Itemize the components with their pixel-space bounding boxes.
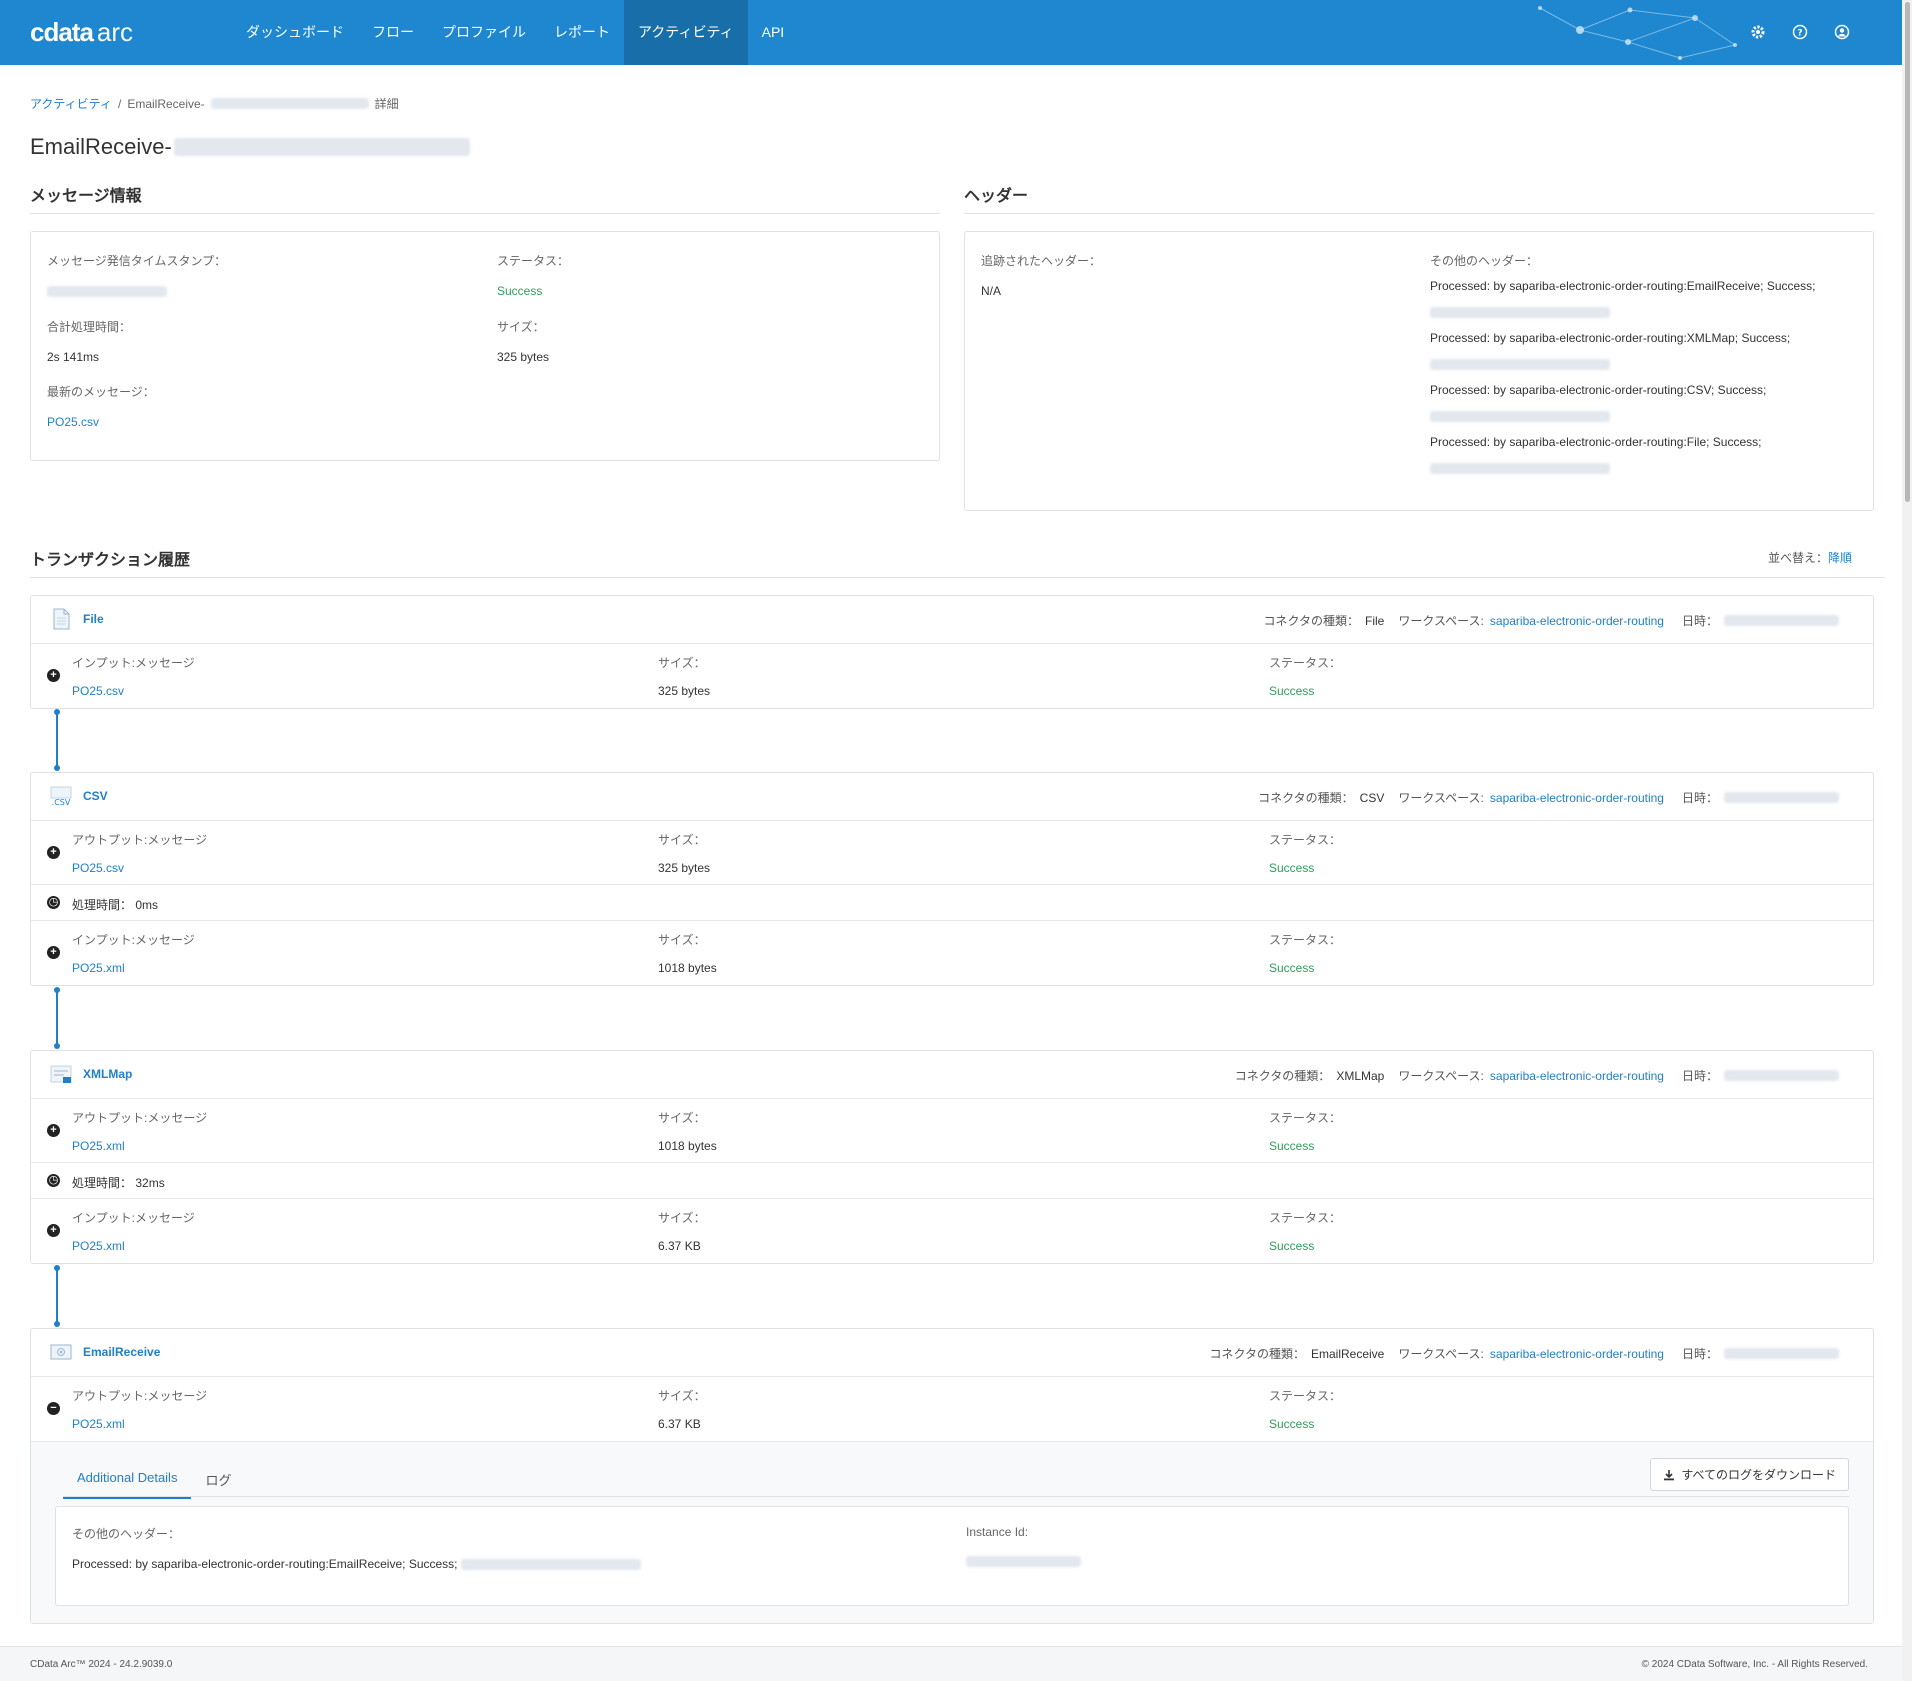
input-message-icon: + — [47, 946, 60, 959]
user-icon[interactable] — [1832, 22, 1852, 42]
sort-control: 並べ替え：降順 — [1767, 551, 1852, 565]
transaction-file: File コネクタの種類： File ワークスペース: sapariba-electr… — [30, 595, 1874, 709]
message-info-title: メッセージ情報 — [30, 188, 142, 205]
processing-time-row: ◷ 処理時間： 32ms — [31, 1163, 1873, 1199]
message-row: + インプット:メッセージ PO25.csv サイズ： 325 bytes ステータ… — [31, 644, 1873, 708]
collapse-message-icon[interactable]: − — [47, 1402, 60, 1415]
redacted-instance-id — [966, 1556, 1081, 1568]
nav-flow[interactable]: フロー — [358, 0, 428, 65]
breadcrumb-suffix: 詳細 — [374, 97, 399, 111]
redacted-timestamp — [47, 286, 167, 298]
breadcrumb-activity-link[interactable]: アクティビティ — [30, 95, 112, 112]
input-message-icon: + — [47, 669, 60, 682]
message-file-link[interactable]: PO25.csv — [72, 861, 124, 875]
message-file-link[interactable]: PO25.xml — [72, 961, 125, 975]
transaction-email-receive: EmailReceive コネクタの種類： EmailReceive ワークスペース… — [30, 1328, 1874, 1624]
page-title: EmailReceive- — [30, 134, 470, 160]
tab-log[interactable]: ログ — [191, 1462, 245, 1499]
output-message-icon: + — [47, 846, 60, 859]
input-message-icon: + — [47, 1224, 60, 1237]
message-status: Success — [497, 284, 543, 298]
total-processing-time: 2s 141ms — [47, 350, 100, 364]
message-size: 325 bytes — [497, 350, 550, 364]
nav-report[interactable]: レポート — [540, 0, 624, 65]
header-entry: Processed: by sapariba-electronic-order-… — [1430, 273, 1860, 325]
processing-time-row: ◷ 処理時間： 0ms — [31, 885, 1873, 921]
footer-version: CData Arc™ 2024 - 24.2.9039.0 — [30, 1659, 173, 1670]
csv-icon: .CSV — [50, 786, 72, 807]
message-file-link[interactable]: PO25.xml — [72, 1139, 125, 1153]
headers-title: ヘッダー — [964, 188, 1029, 205]
workspace-link[interactable]: sapariba-electronic-order-routing — [1490, 1069, 1664, 1083]
breadcrumb-current: EmailReceive- — [127, 96, 205, 111]
sort-order-link[interactable]: 降順 — [1828, 551, 1852, 565]
transaction-name-link[interactable]: File — [83, 612, 104, 626]
workspace-link[interactable]: sapariba-electronic-order-routing — [1490, 614, 1664, 628]
headers-card: 追跡されたヘッダー： N/A その他のヘッダー： Processed: by sa… — [964, 231, 1874, 511]
message-file-link[interactable]: PO25.xml — [72, 1239, 125, 1253]
message-details-panel: Additional Details ログ すべてのログをダウンロード その他の… — [31, 1441, 1873, 1623]
xmlmap-icon — [50, 1065, 72, 1083]
svg-text:.CSV: .CSV — [52, 798, 71, 807]
main-nav: ダッシュボード フロー プロファイル レポート アクティビティ API — [232, 0, 798, 65]
help-icon[interactable]: ? — [1790, 22, 1810, 42]
header-entry: Processed: by sapariba-electronic-order-… — [1430, 325, 1860, 377]
flow-connector — [54, 1265, 60, 1327]
clock-icon: ◷ — [47, 1174, 60, 1187]
footer-copyright: © 2024 CData Software, Inc. - All Rights… — [1641, 1659, 1868, 1670]
workspace-link[interactable]: sapariba-electronic-order-routing — [1490, 1347, 1664, 1361]
transaction-history-title: トランザクション履歴 — [30, 552, 191, 569]
transaction-csv: .CSV CSV コネクタの種類： CSV ワークスペース: sapariba-ele… — [30, 772, 1874, 986]
scrollbar-thumb[interactable] — [1905, 2, 1910, 502]
header-entry: Processed: by sapariba-electronic-order-… — [1430, 429, 1860, 481]
latest-message-link[interactable]: PO25.csv — [47, 415, 99, 429]
tab-additional-details[interactable]: Additional Details — [63, 1462, 192, 1499]
top-bar: cdata arc ダッシュボード フロー プロファイル レポート アクティビティ… — [0, 0, 1902, 65]
download-all-logs-button[interactable]: すべてのログをダウンロード — [1650, 1458, 1849, 1491]
clock-icon: ◷ — [47, 896, 60, 909]
workspace-link[interactable]: sapariba-electronic-order-routing — [1490, 791, 1664, 805]
connector-type: File — [1365, 613, 1385, 628]
nav-activity[interactable]: アクティビティ — [624, 0, 748, 65]
transaction-name-link[interactable]: EmailReceive — [83, 1345, 160, 1359]
nav-dashboard[interactable]: ダッシュボード — [232, 0, 358, 65]
flow-connector — [54, 709, 60, 771]
message-file-link[interactable]: PO25.csv — [72, 684, 124, 698]
file-icon — [53, 608, 70, 630]
transaction-name-link[interactable]: CSV — [83, 789, 108, 803]
download-icon — [1664, 1469, 1675, 1480]
gear-icon[interactable] — [1748, 22, 1768, 42]
message-row: + アウトプット:メッセージ PO25.csv サイズ： 325 bytes ステー… — [31, 821, 1873, 885]
message-file-link[interactable]: PO25.xml — [72, 1417, 125, 1431]
tracked-headers-value: N/A — [981, 284, 1002, 298]
flow-connector — [54, 987, 60, 1049]
breadcrumb: アクティビティ / EmailReceive- 詳細 — [30, 95, 399, 112]
message-row: + インプット:メッセージ PO25.xml サイズ： 1018 bytes ステー… — [31, 921, 1873, 985]
transaction-xmlmap: XMLMap コネクタの種類： XMLMap ワークスペース: sapariba-el… — [30, 1050, 1874, 1264]
header-entry: Processed: by sapariba-electronic-order-… — [1430, 377, 1860, 429]
message-row: + アウトプット:メッセージ PO25.xml サイズ： 1018 bytes ステ… — [31, 1099, 1873, 1163]
nav-profile[interactable]: プロファイル — [428, 0, 540, 65]
email-receive-icon — [50, 1344, 72, 1360]
svg-text:?: ? — [1797, 29, 1802, 39]
transaction-name-link[interactable]: XMLMap — [83, 1067, 132, 1081]
redacted-text — [210, 98, 369, 109]
footer: CData Arc™ 2024 - 24.2.9039.0 © 2024 CDa… — [0, 1646, 1902, 1681]
nav-api[interactable]: API — [748, 0, 799, 65]
app-logo[interactable]: cdata arc — [30, 17, 133, 48]
message-row: − アウトプット:メッセージ PO25.xml サイズ： 6.37 KB ステータス… — [31, 1377, 1873, 1441]
message-row: + インプット:メッセージ PO25.xml サイズ： 6.37 KB ステータス：… — [31, 1199, 1873, 1263]
additional-details-card: その他のヘッダー： Processed: by sapariba-electron… — [55, 1506, 1849, 1606]
output-message-icon: + — [47, 1124, 60, 1137]
message-info-card: メッセージ発信タイムスタンプ： ステータス： Success 合計処理時間： 2s … — [30, 231, 940, 461]
redacted-text — [173, 138, 470, 156]
